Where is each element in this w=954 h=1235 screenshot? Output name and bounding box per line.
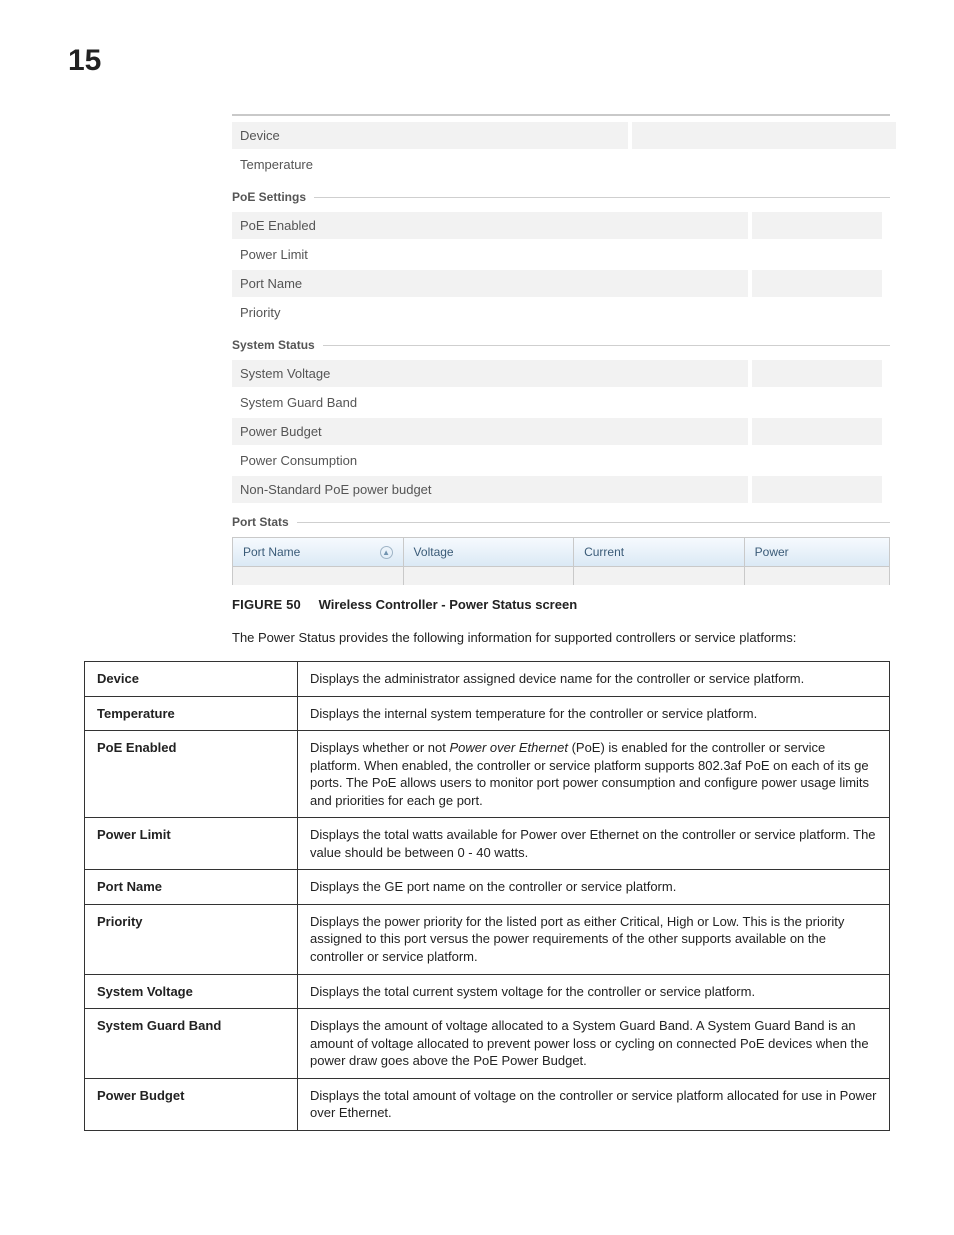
port-stats-header: Port Stats: [232, 515, 890, 529]
system-guard-band-label: System Guard Band: [232, 389, 748, 416]
power-limit-value: [752, 241, 882, 268]
table-row: Power LimitDisplays the total watts avai…: [85, 818, 890, 870]
definition-desc: Displays the power priority for the list…: [298, 904, 890, 974]
screenshot-panel: Device Temperature PoE Settings PoE Enab…: [232, 114, 890, 585]
page-number: 15: [68, 44, 890, 78]
col-port-name[interactable]: Port Name ▲: [233, 538, 404, 566]
divider: [314, 197, 890, 198]
temperature-value: [632, 151, 896, 178]
definition-term: System Guard Band: [85, 1009, 298, 1079]
table-row: Power BudgetDisplays the total amount of…: [85, 1078, 890, 1130]
table-row: PoE EnabledDisplays whether or not Power…: [85, 731, 890, 818]
port-stats-table-header: Port Name ▲ Voltage Current Power: [233, 538, 889, 567]
device-value: [632, 122, 896, 149]
poe-enabled-label: PoE Enabled: [232, 212, 748, 239]
port-stats-title: Port Stats: [232, 515, 289, 529]
port-stats-table: Port Name ▲ Voltage Current Power: [232, 537, 890, 585]
system-status-header: System Status: [232, 338, 890, 352]
definition-term: Priority: [85, 904, 298, 974]
definition-desc: Displays the total watts available for P…: [298, 818, 890, 870]
divider: [323, 345, 890, 346]
system-status-title: System Status: [232, 338, 315, 352]
intro-paragraph: The Power Status provides the following …: [232, 630, 890, 645]
table-row: PriorityDisplays the power priority for …: [85, 904, 890, 974]
table-row: Port NameDisplays the GE port name on th…: [85, 870, 890, 905]
table-row: System VoltageDisplays the total current…: [85, 974, 890, 1009]
col-voltage[interactable]: Voltage: [404, 538, 575, 566]
definition-desc: Displays the total amount of voltage on …: [298, 1078, 890, 1130]
poe-settings-title: PoE Settings: [232, 190, 306, 204]
definitions-table: DeviceDisplays the administrator assigne…: [84, 661, 890, 1131]
table-row: System Guard BandDisplays the amount of …: [85, 1009, 890, 1079]
priority-label: Priority: [232, 299, 748, 326]
figure-title: Wireless Controller - Power Status scree…: [319, 597, 578, 612]
power-budget-label: Power Budget: [232, 418, 748, 445]
col-power-label: Power: [755, 545, 789, 559]
power-consumption-value: [752, 447, 882, 474]
definition-term: PoE Enabled: [85, 731, 298, 818]
col-current[interactable]: Current: [574, 538, 745, 566]
power-consumption-label: Power Consumption: [232, 447, 748, 474]
priority-value: [752, 299, 882, 326]
power-limit-label: Power Limit: [232, 241, 748, 268]
device-label: Device: [232, 122, 628, 149]
table-row: DeviceDisplays the administrator assigne…: [85, 662, 890, 697]
definition-term: Temperature: [85, 696, 298, 731]
system-voltage-label: System Voltage: [232, 360, 748, 387]
nonstd-poe-budget-label: Non-Standard PoE power budget: [232, 476, 748, 503]
port-name-label: Port Name: [232, 270, 748, 297]
divider: [297, 522, 890, 523]
temperature-label: Temperature: [232, 151, 628, 178]
port-name-value: [752, 270, 882, 297]
power-budget-value: [752, 418, 882, 445]
definition-term: Power Budget: [85, 1078, 298, 1130]
col-voltage-label: Voltage: [414, 545, 454, 559]
definition-term: Port Name: [85, 870, 298, 905]
figure-caption: FIGURE 50 Wireless Controller - Power St…: [232, 597, 890, 612]
definition-desc: Displays the internal system temperature…: [298, 696, 890, 731]
poe-enabled-value: [752, 212, 882, 239]
col-power[interactable]: Power: [745, 538, 889, 566]
definition-desc: Displays the total current system voltag…: [298, 974, 890, 1009]
definition-desc: Displays the amount of voltage allocated…: [298, 1009, 890, 1079]
sort-asc-icon[interactable]: ▲: [380, 546, 393, 559]
system-guard-band-value: [752, 389, 882, 416]
figure-label: FIGURE 50: [232, 597, 301, 612]
definition-term: System Voltage: [85, 974, 298, 1009]
system-voltage-value: [752, 360, 882, 387]
col-port-name-label: Port Name: [243, 545, 300, 559]
definition-desc: Displays whether or not Power over Ether…: [298, 731, 890, 818]
definition-term: Power Limit: [85, 818, 298, 870]
col-current-label: Current: [584, 545, 624, 559]
table-row: [233, 567, 889, 585]
definition-desc: Displays the GE port name on the control…: [298, 870, 890, 905]
definition-desc: Displays the administrator assigned devi…: [298, 662, 890, 697]
definition-term: Device: [85, 662, 298, 697]
poe-settings-header: PoE Settings: [232, 190, 890, 204]
nonstd-poe-budget-value: [752, 476, 882, 503]
table-row: TemperatureDisplays the internal system …: [85, 696, 890, 731]
